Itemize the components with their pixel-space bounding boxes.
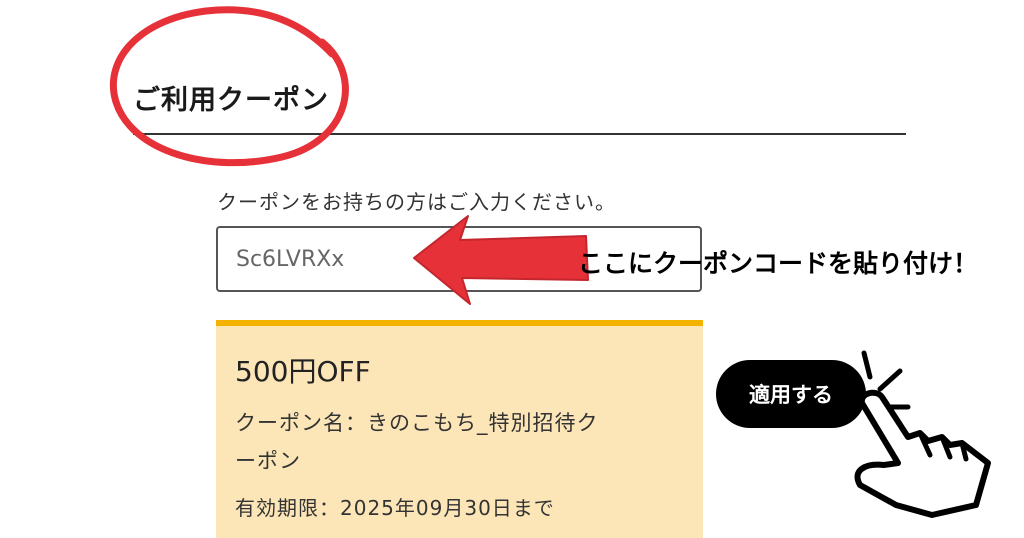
apply-coupon-button[interactable]: 適用する	[716, 360, 866, 428]
coupon-page: ご利用クーポン クーポンをお持ちの方はご入力ください。 ここにクーポンコードを貼…	[0, 0, 1024, 538]
coupon-name-line: クーポン名：きのこもち_特別招待ク	[235, 411, 599, 435]
coupon-discount-amount: 500円OFF	[235, 355, 371, 388]
coupon-instruction: クーポンをお持ちの方はご入力ください。	[217, 190, 616, 214]
title-divider	[133, 133, 906, 135]
page-title: ご利用クーポン	[133, 85, 329, 116]
coupon-expiry-date: 有効期限：2025年09月30日まで	[235, 496, 555, 520]
coupon-name-line: ーポン	[235, 449, 301, 473]
coupon-card[interactable]: 500円OFF クーポン名：きのこもち_特別招待ク ーポン 有効期限：2025年…	[216, 320, 703, 538]
paste-instruction-note: ここにクーポンコードを貼り付け！	[578, 249, 979, 278]
coupon-name: クーポン名：きのこもち_特別招待ク ーポン	[235, 404, 684, 480]
